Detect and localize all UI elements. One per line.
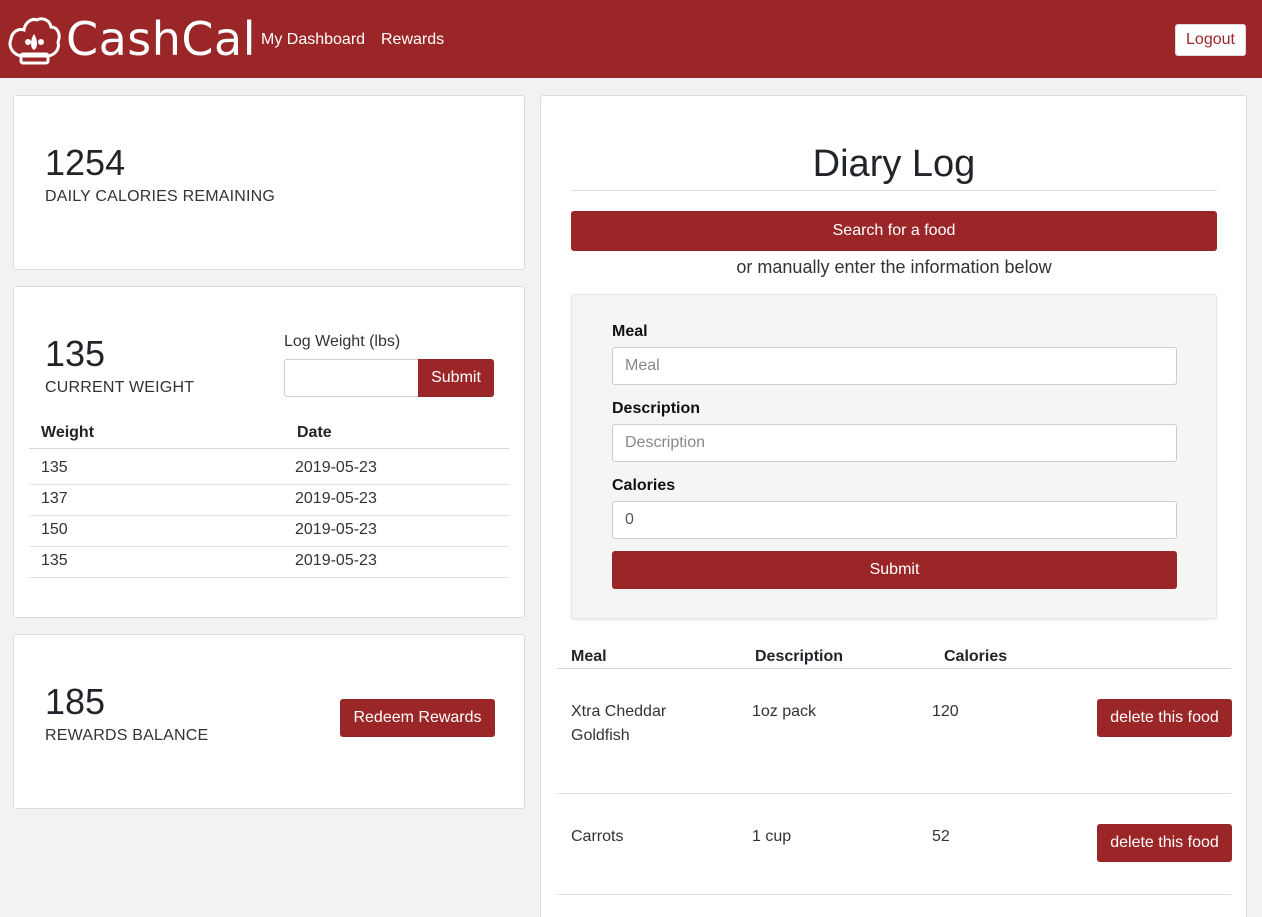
date-cell: 2019-05-23 (295, 552, 377, 569)
brand-name: CashCal (66, 12, 257, 66)
logout-button[interactable]: Logout (1175, 24, 1246, 56)
meal-input[interactable] (612, 347, 1177, 385)
food-table-header-description: Description (755, 648, 844, 665)
rewards-card: 185 REWARDS BALANCE Redeem Rewards (13, 634, 525, 809)
calories-remaining-value: 1254 (45, 142, 126, 183)
delete-food-button[interactable]: delete this food (1097, 824, 1232, 862)
weight-cell: 150 (41, 521, 68, 538)
date-cell: 2019-05-23 (295, 490, 377, 507)
meal-cell: Xtra Cheddar Goldfish (571, 703, 667, 744)
row-divider (29, 484, 509, 485)
search-food-button[interactable]: Search for a food (571, 211, 1217, 251)
description-label: Description (612, 400, 701, 417)
row-divider (557, 894, 1231, 895)
date-cell: 2019-05-23 (295, 521, 377, 538)
description-cell: 1 cup (752, 828, 792, 845)
weight-cell: 135 (41, 552, 68, 569)
weight-cell: 137 (41, 490, 68, 507)
weight-cell: 135 (41, 459, 68, 476)
chef-hat-icon (8, 17, 61, 65)
meal-cell: Carrots (571, 828, 624, 845)
redeem-rewards-button[interactable]: Redeem Rewards (340, 699, 495, 737)
manual-entry-subtitle: or manually enter the information below (736, 257, 1052, 277)
nav-my-dashboard[interactable]: My Dashboard (261, 30, 365, 50)
food-table-divider (557, 668, 1231, 669)
weight-card: 135 CURRENT WEIGHT Log Weight (lbs) Subm… (13, 286, 525, 618)
rewards-balance-value: 185 (45, 681, 106, 722)
diary-log-card: Diary Log Search for a food or manually … (540, 95, 1247, 917)
calories-label: Calories (612, 477, 676, 494)
food-table-header-meal: Meal (571, 648, 607, 665)
delete-food-button[interactable]: delete this food (1097, 699, 1232, 737)
rewards-balance-label: REWARDS BALANCE (45, 727, 209, 744)
log-weight-submit-button[interactable]: Submit (418, 359, 494, 397)
date-cell: 2019-05-23 (295, 459, 377, 476)
current-weight-label: CURRENT WEIGHT (45, 379, 195, 396)
food-submit-button[interactable]: Submit (612, 551, 1177, 589)
weight-table-divider (29, 448, 509, 449)
log-weight-input[interactable] (284, 359, 419, 397)
food-table-header-calories: Calories (944, 648, 1008, 665)
food-entry-form: Meal Description Calories Submit (571, 294, 1217, 619)
top-navbar: CashCal My Dashboard Rewards Logout (0, 0, 1262, 78)
meal-label: Meal (612, 323, 648, 340)
row-divider (29, 546, 509, 547)
diary-log-title: Diary Log (812, 143, 976, 185)
description-input[interactable] (612, 424, 1177, 462)
title-divider (571, 190, 1217, 191)
row-divider (29, 577, 509, 578)
calories-card: 1254 DAILY CALORIES REMAINING (13, 95, 525, 270)
log-weight-label: Log Weight (lbs) (284, 333, 401, 350)
weight-table-header-date: Date (297, 424, 332, 441)
row-divider (557, 793, 1231, 794)
calories-cell: 52 (932, 828, 950, 845)
current-weight-value: 135 (45, 333, 106, 374)
weight-table-header-weight: Weight (41, 424, 95, 441)
description-cell: 1oz pack (752, 703, 817, 720)
calories-remaining-label: DAILY CALORIES REMAINING (45, 188, 276, 205)
brand-logo[interactable]: CashCal (6, 12, 256, 66)
calories-cell: 120 (932, 703, 959, 720)
row-divider (29, 515, 509, 516)
calories-input[interactable] (612, 501, 1177, 539)
nav-rewards[interactable]: Rewards (381, 30, 444, 50)
